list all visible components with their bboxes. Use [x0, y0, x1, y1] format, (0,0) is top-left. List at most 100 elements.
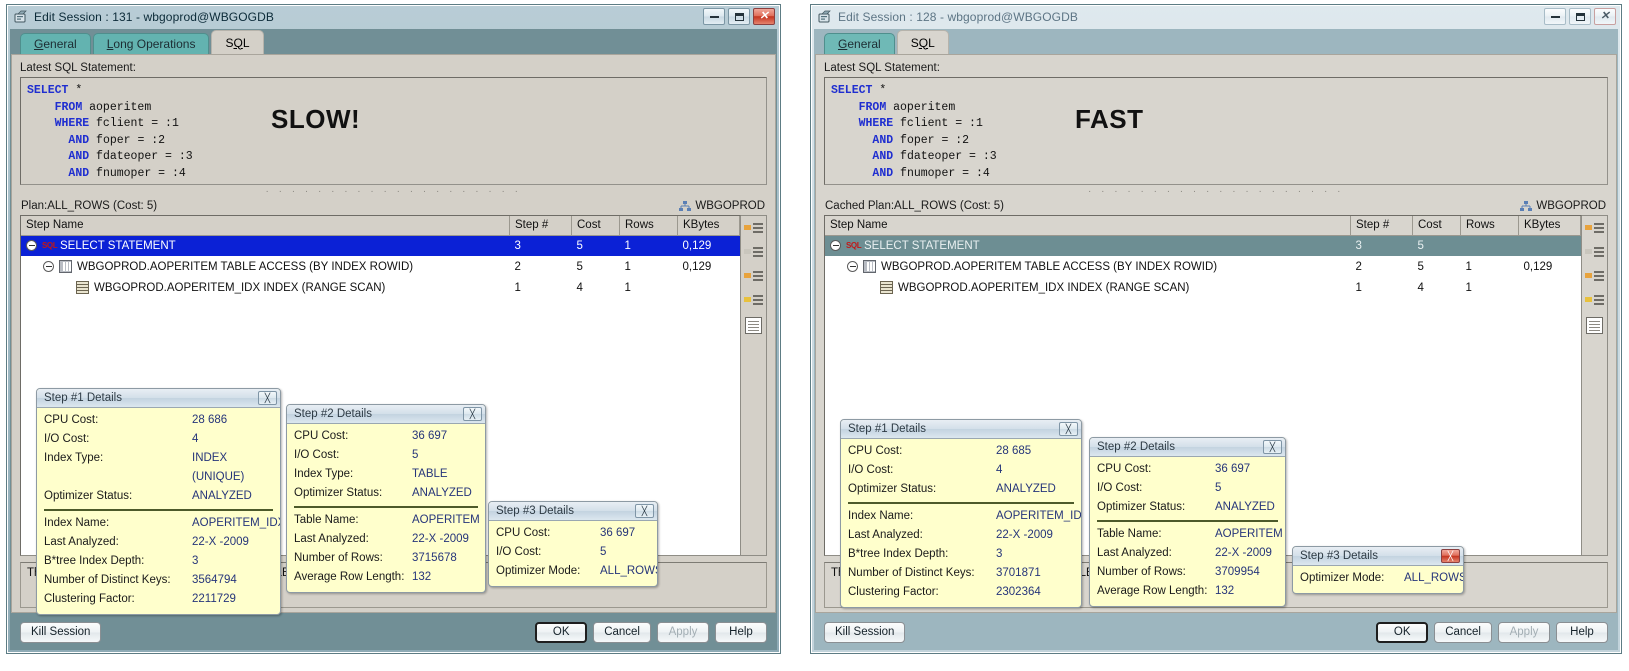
sql-statement-box[interactable]: SELECT * FROM aoperitem WHERE fclient = … — [20, 77, 767, 185]
detail-key: Average Row Length: — [1097, 582, 1215, 601]
cost-cell: 5 — [572, 256, 620, 277]
cancel-button[interactable]: Cancel — [1434, 622, 1492, 643]
separator-dots: · · · · · · · · · · · · · · · · · · · · — [824, 185, 1608, 199]
step-name-cell: WBGOPROD.AOPERITEM TABLE ACCESS (BY INDE… — [21, 256, 510, 277]
popup-header: Step #2 Details╳ — [1090, 438, 1285, 457]
client-area: GeneralLong OperationsSQLLatest SQL Stat… — [10, 29, 777, 650]
cancel-button[interactable]: Cancel — [593, 622, 651, 643]
table-row[interactable]: WBGOPROD.AOPERITEM TABLE ACCESS (BY INDE… — [21, 256, 740, 277]
popup-close-button[interactable]: ╳ — [1263, 440, 1282, 454]
column-header-step[interactable]: Step # — [1351, 216, 1413, 235]
expand-branch-icon[interactable] — [1585, 269, 1604, 284]
column-header-cost[interactable]: Cost — [1413, 216, 1461, 235]
plan-toolbar — [741, 215, 767, 556]
table-row[interactable]: WBGOPROD.AOPERITEM_IDX INDEX (RANGE SCAN… — [21, 277, 740, 298]
details-popup-step-2[interactable]: Step #2 Details╳CPU Cost:36 697I/O Cost:… — [286, 404, 486, 593]
popup-body: CPU Cost:36 697I/O Cost:5Index Type:TABL… — [287, 424, 485, 592]
close-button[interactable]: ✕ — [1594, 8, 1616, 25]
detail-value: 28 685 — [996, 442, 1031, 461]
popup-close-button[interactable]: ╳ — [258, 391, 277, 405]
detail-row: Optimizer Mode:ALL_ROWS — [496, 562, 650, 581]
plan-user: WBGOPROD — [1520, 200, 1606, 212]
column-header-rows[interactable]: Rows — [1461, 216, 1519, 235]
column-header-rows[interactable]: Rows — [620, 216, 678, 235]
column-header-step-name[interactable]: Step Name — [825, 216, 1351, 235]
plan-user-label: WBGOPROD — [695, 200, 765, 212]
details-popup-step-3[interactable]: Step #3 Details╳Optimizer Mode:ALL_ROWS — [1292, 546, 1464, 594]
details-popup-step-1[interactable]: Step #1 Details╳CPU Cost:28 686I/O Cost:… — [36, 388, 281, 615]
popup-close-button[interactable]: ╳ — [1441, 549, 1460, 563]
column-header-kbytes[interactable]: KBytes — [1519, 216, 1581, 235]
expand-branch-icon[interactable] — [744, 269, 763, 284]
cost-cell: 4 — [572, 277, 620, 298]
expand-all-icon[interactable] — [744, 221, 763, 236]
network-icon — [1520, 201, 1532, 212]
detail-row: Number of Rows:3709954 — [1097, 563, 1278, 582]
session-icon — [14, 10, 28, 24]
detail-key: Number of Distinct Keys: — [44, 571, 192, 590]
popup-close-button[interactable]: ╳ — [463, 407, 482, 421]
expand-toggle-icon[interactable] — [830, 240, 841, 251]
sql-text: SELECT * FROM aoperitem WHERE fclient = … — [825, 78, 1607, 182]
step-cell: 1 — [1351, 277, 1413, 298]
tab-long-operations[interactable]: Long Operations — [93, 33, 210, 54]
maximize-button[interactable] — [728, 8, 750, 25]
detail-row: Number of Distinct Keys:3701871 — [848, 564, 1074, 583]
popup-close-button[interactable]: ╳ — [1059, 422, 1078, 436]
detail-key: Number of Distinct Keys: — [848, 564, 996, 583]
ok-button[interactable]: OK — [535, 622, 587, 643]
table-row[interactable]: SQLSELECT STATEMENT3510,129 — [21, 235, 740, 256]
detail-row: Optimizer Status:ANALYZED — [44, 487, 273, 506]
column-header-step[interactable]: Step # — [510, 216, 572, 235]
detail-row: CPU Cost:36 697 — [294, 427, 478, 446]
popup-close-button[interactable]: ╳ — [635, 504, 654, 518]
minimize-button[interactable] — [703, 8, 725, 25]
help-button[interactable]: Help — [715, 622, 767, 643]
table-row[interactable]: WBGOPROD.AOPERITEM TABLE ACCESS (BY INDE… — [825, 256, 1581, 277]
detail-row: Clustering Factor:2211729 — [44, 590, 273, 609]
step-cell: 3 — [1351, 235, 1413, 256]
expand-toggle-icon[interactable] — [26, 240, 37, 251]
popup-header: Step #2 Details╳ — [287, 405, 485, 424]
kill-session-button[interactable]: Kill Session — [20, 622, 101, 643]
tab-sql[interactable]: SQL — [211, 30, 263, 54]
ok-button[interactable]: OK — [1376, 622, 1428, 643]
tab-sql[interactable]: SQL — [897, 30, 949, 54]
highlight-rows-icon[interactable] — [1585, 293, 1604, 308]
collapse-all-icon[interactable] — [1585, 245, 1604, 260]
detail-row: I/O Cost:5 — [294, 446, 478, 465]
highlight-rows-icon[interactable] — [744, 293, 763, 308]
kbytes-cell: 0,129 — [678, 256, 740, 277]
column-header-kbytes[interactable]: KBytes — [678, 216, 740, 235]
table-row[interactable]: WBGOPROD.AOPERITEM_IDX INDEX (RANGE SCAN… — [825, 277, 1581, 298]
detail-row: Optimizer Mode:ALL_ROWS — [1300, 569, 1456, 588]
popup-title: Step #3 Details — [496, 505, 635, 517]
plan-user: WBGOPROD — [679, 200, 765, 212]
detail-key: Optimizer Status: — [44, 487, 192, 506]
expand-toggle-icon[interactable] — [847, 261, 858, 272]
details-popup-step-3[interactable]: Step #3 Details╳CPU Cost:36 697I/O Cost:… — [488, 501, 658, 587]
window-buttons: ✕ — [1544, 8, 1616, 25]
tab-general[interactable]: General — [824, 33, 895, 54]
close-button[interactable]: ✕ — [753, 8, 775, 25]
collapse-all-icon[interactable] — [744, 245, 763, 260]
table-row[interactable]: SQLSELECT STATEMENT35 — [825, 235, 1581, 256]
column-header-cost[interactable]: Cost — [572, 216, 620, 235]
kill-session-button[interactable]: Kill Session — [824, 622, 905, 643]
expand-all-icon[interactable] — [1585, 221, 1604, 236]
minimize-button[interactable] — [1544, 8, 1566, 25]
report-icon[interactable] — [1586, 317, 1603, 334]
detail-row: I/O Cost:5 — [1097, 479, 1278, 498]
table-icon — [59, 260, 72, 273]
column-header-step-name[interactable]: Step Name — [21, 216, 510, 235]
details-popup-step-2[interactable]: Step #2 Details╳CPU Cost:36 697I/O Cost:… — [1089, 437, 1286, 607]
tab-general[interactable]: General — [20, 33, 91, 54]
detail-key: CPU Cost: — [1097, 460, 1215, 479]
sql-statement-box[interactable]: SELECT * FROM aoperitem WHERE fclient = … — [824, 77, 1608, 185]
maximize-button[interactable] — [1569, 8, 1591, 25]
detail-value: 28 686 — [192, 411, 227, 430]
expand-toggle-icon[interactable] — [43, 261, 54, 272]
details-popup-step-1[interactable]: Step #1 Details╳CPU Cost:28 685I/O Cost:… — [840, 419, 1082, 608]
report-icon[interactable] — [745, 317, 762, 334]
help-button[interactable]: Help — [1556, 622, 1608, 643]
